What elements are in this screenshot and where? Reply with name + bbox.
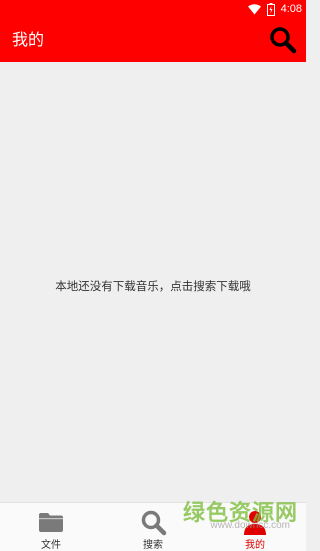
nav-label-profile: 我的 [245, 540, 265, 551]
bottom-navigation: 文件 搜索 我的 [0, 502, 306, 551]
status-time: 4:08 [280, 3, 302, 15]
status-bar: 4:08 [0, 0, 306, 18]
battery-icon [266, 2, 275, 16]
wifi-icon [247, 3, 261, 14]
empty-state-message: 本地还没有下载音乐，点击搜索下载哦 [55, 279, 251, 293]
search-icon [141, 510, 167, 536]
content-area: 本地还没有下载音乐，点击搜索下载哦 [0, 62, 306, 502]
search-icon [270, 27, 297, 54]
nav-label-files: 文件 [41, 540, 61, 551]
page-title: 我的 [12, 30, 45, 49]
status-icons: 4:08 [247, 2, 302, 16]
nav-item-search[interactable]: 搜索 [102, 503, 204, 551]
nav-label-search: 搜索 [143, 540, 163, 551]
app-bar: 我的 [0, 18, 306, 62]
nav-item-files[interactable]: 文件 [0, 503, 102, 551]
nav-item-profile[interactable]: 我的 [204, 503, 306, 551]
folder-icon [39, 513, 63, 532]
search-button[interactable] [268, 25, 298, 55]
profile-icon [244, 511, 266, 535]
